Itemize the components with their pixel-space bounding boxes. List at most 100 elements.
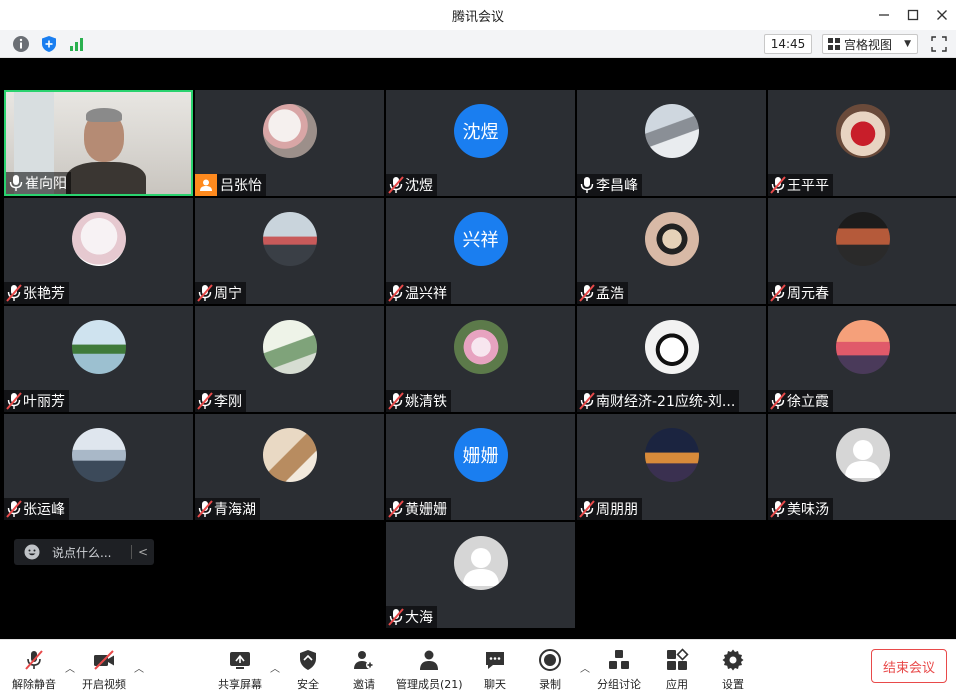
share-screen-button[interactable]: 共享屏幕 <box>218 648 262 692</box>
start-video-label: 开启视频 <box>82 678 126 691</box>
chevron-left-icon[interactable]: < <box>132 545 154 559</box>
participant-tile[interactable]: 周朋朋 <box>577 414 766 520</box>
breakout-button[interactable]: 分组讨论 <box>597 648 641 692</box>
participant-name: 孟浩 <box>596 286 624 302</box>
mic-muted-icon <box>6 284 22 302</box>
record-button[interactable]: 录制 <box>538 648 562 692</box>
chevron-up-icon[interactable]: ︿ <box>65 660 75 675</box>
chevron-up-icon[interactable]: ︿ <box>270 660 280 675</box>
participant-name-tag: 李昌峰 <box>577 174 642 196</box>
default-avatar-icon <box>453 536 508 590</box>
title-bar: 腾讯会议 <box>0 0 956 30</box>
status-strip: 14:45 宫格视图 ▼ <box>0 30 956 58</box>
view-mode-select[interactable]: 宫格视图 ▼ <box>822 34 918 54</box>
participant-name: 叶丽芳 <box>23 394 65 410</box>
unmute-button[interactable]: 解除静音 <box>12 648 56 692</box>
avatar <box>262 428 317 482</box>
mic-muted-icon <box>579 392 595 410</box>
participant-tile[interactable]: 崔向阳 <box>4 90 193 196</box>
participant-tile[interactable]: 青海湖 <box>195 414 384 520</box>
minimize-icon <box>879 14 889 16</box>
host-user-icon <box>195 174 217 196</box>
minimize-button[interactable] <box>874 5 894 25</box>
window-title: 腾讯会议 <box>451 10 504 25</box>
participant-tile[interactable]: 王平平 <box>768 90 956 196</box>
apps-button[interactable]: 应用 <box>665 648 689 692</box>
video-grid: 崔向阳 吕张怡 沈煜 沈煜李昌峰 王平平张艳芳 周宁 兴祥 温兴祥孟浩 周元春叶丽芳 李刚 姚清铁 南… <box>0 59 956 639</box>
participant-name-tag: 青海湖 <box>195 498 260 520</box>
mic-muted-icon <box>770 392 786 410</box>
participant-name: 张艳芳 <box>23 286 65 302</box>
participant-name: 王平平 <box>787 178 829 194</box>
participant-tile[interactable]: 叶丽芳 <box>4 306 193 412</box>
unmute-label: 解除静音 <box>12 678 56 691</box>
participant-tile[interactable]: 美味汤 <box>768 414 956 520</box>
participant-name-tag: 王平平 <box>768 174 833 196</box>
security-button[interactable]: 安全 <box>296 648 320 692</box>
participant-tile[interactable]: 南财经济-21应统-刘... <box>577 306 766 412</box>
shield-icon[interactable] <box>40 35 58 53</box>
meeting-timer: 14:45 <box>764 34 812 54</box>
participant-name-tag: 李刚 <box>195 390 246 412</box>
manage-members-button[interactable]: 管理成员(21) <box>396 648 463 692</box>
participant-name-tag: 周元春 <box>768 282 833 304</box>
close-button[interactable] <box>932 5 952 25</box>
participant-tile[interactable]: 兴祥 温兴祥 <box>386 198 575 304</box>
participant-tile[interactable]: 徐立霞 <box>768 306 956 412</box>
participant-name: 南财经济-21应统-刘... <box>596 394 736 410</box>
chat-placeholder[interactable]: 说点什么... <box>52 544 131 561</box>
maximize-button[interactable] <box>903 5 923 25</box>
chevron-up-icon[interactable]: ︿ <box>134 660 144 675</box>
participant-tile[interactable]: 姚清铁 <box>386 306 575 412</box>
mic-muted-icon <box>388 176 404 194</box>
participant-name: 张运峰 <box>23 502 65 518</box>
participant-tile[interactable]: 李刚 <box>195 306 384 412</box>
avatar <box>644 428 699 482</box>
participant-tile[interactable]: 周宁 <box>195 198 384 304</box>
signal-icon[interactable] <box>68 35 86 53</box>
default-avatar-icon <box>835 428 890 482</box>
chat-input-box[interactable]: 说点什么... < <box>14 539 154 565</box>
mic-muted-icon <box>579 284 595 302</box>
participant-tile[interactable]: 李昌峰 <box>577 90 766 196</box>
meeting-toolbar: 解除静音 ︿ 开启视频 ︿ 共享屏幕 ︿ 安全 邀请 管理成员(21) 聊天 录… <box>0 639 956 696</box>
participant-tile[interactable]: 张艳芳 <box>4 198 193 304</box>
participant-tile[interactable]: 大海 <box>386 522 575 628</box>
participant-name: 黄姗姗 <box>405 502 447 518</box>
avatar <box>835 320 890 374</box>
participant-tile[interactable]: 周元春 <box>768 198 956 304</box>
mic-muted-icon <box>197 392 213 410</box>
share-screen-icon <box>230 652 250 669</box>
participant-name: 周朋朋 <box>596 502 638 518</box>
participant-name: 李昌峰 <box>596 178 638 194</box>
emoji-icon[interactable] <box>24 544 40 560</box>
invite-label: 邀请 <box>353 678 375 691</box>
avatar <box>71 428 126 482</box>
participant-tile[interactable]: 吕张怡 <box>195 90 384 196</box>
mic-muted-icon <box>6 500 22 518</box>
chevron-up-icon[interactable]: ︿ <box>580 660 590 675</box>
end-meeting-button[interactable]: 结束会议 <box>871 649 947 683</box>
participant-tile[interactable]: 沈煜 沈煜 <box>386 90 575 196</box>
participant-tile[interactable]: 姗姗 黄姗姗 <box>386 414 575 520</box>
chat-button[interactable]: 聊天 <box>483 648 507 692</box>
info-icon[interactable] <box>12 35 30 53</box>
mic-muted-icon <box>770 176 786 194</box>
participant-name: 姚清铁 <box>405 394 447 410</box>
mic-muted-icon <box>388 284 404 302</box>
participant-tile[interactable]: 孟浩 <box>577 198 766 304</box>
settings-button[interactable]: 设置 <box>721 648 745 692</box>
participant-name: 周宁 <box>214 286 242 302</box>
start-video-button[interactable]: 开启视频 <box>82 648 126 692</box>
chevron-down-icon: ▼ <box>904 39 911 49</box>
apps-icon <box>667 648 689 670</box>
fullscreen-icon[interactable] <box>931 36 947 52</box>
avatar <box>453 320 508 374</box>
participant-name-tag: 孟浩 <box>577 282 628 304</box>
avatar <box>835 212 890 266</box>
invite-button[interactable]: 邀请 <box>352 648 376 692</box>
participant-name-tag: 温兴祥 <box>386 282 451 304</box>
settings-label: 设置 <box>722 678 744 691</box>
apps-label: 应用 <box>666 678 688 691</box>
participant-tile[interactable]: 张运峰 <box>4 414 193 520</box>
